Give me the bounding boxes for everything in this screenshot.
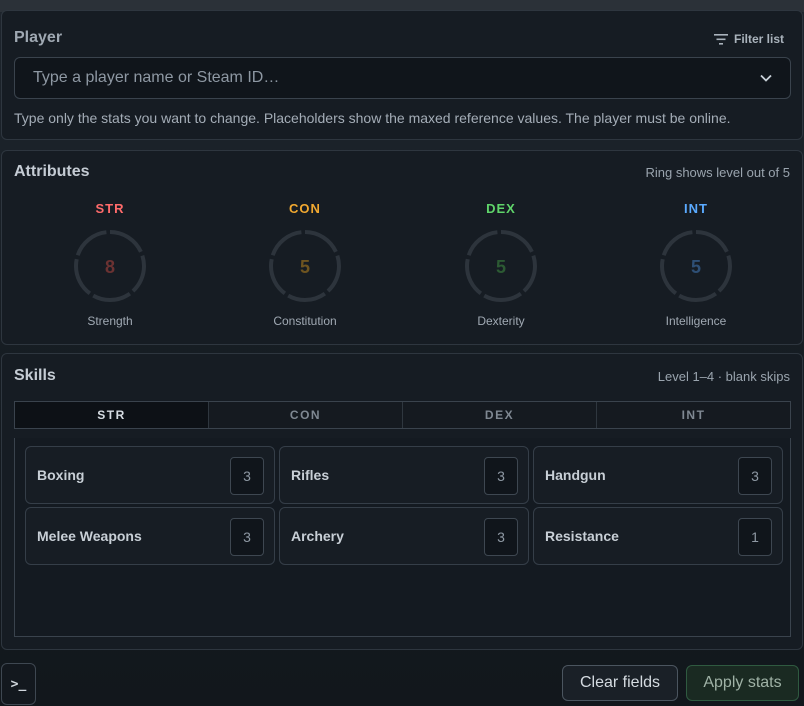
attribute-level-value: 8 [105,257,115,277]
tab-str[interactable]: STR [15,402,208,428]
attribute-dex: DEX 5 Dexterity [441,201,561,328]
tab-dex[interactable]: DEX [402,402,596,428]
skill-card: Resistance 1 [533,507,783,565]
attribute-con: CON 5 Constitution [245,201,365,328]
attribute-level-value: 5 [496,257,506,277]
attributes-meta: Ring shows level out of 5 [645,165,790,180]
attribute-level-value: 5 [300,257,310,277]
skill-name: Boxing [37,467,85,483]
skill-level-input[interactable]: 3 [738,457,772,495]
player-select[interactable]: Type a player name or Steam ID… [14,57,791,99]
attribute-level-ring: 5 [269,230,341,302]
skill-level-input[interactable]: 3 [230,457,264,495]
skill-level-input[interactable]: 3 [484,457,518,495]
skill-name: Melee Weapons [37,528,142,544]
console-button[interactable]: >_ [1,663,36,705]
player-panel: Player Filter list Type a player name or… [1,10,803,140]
skill-card: Handgun 3 [533,446,783,504]
attribute-abbr: DEX [486,201,516,216]
skill-card: Archery 3 [279,507,529,565]
skill-name: Handgun [545,467,606,483]
attribute-level-ring: 5 [465,230,537,302]
attributes-panel: Attributes Ring shows level out of 5 STR… [1,150,803,345]
attribute-level-value: 5 [691,257,701,277]
attribute-level-ring: 5 [660,230,732,302]
skills-tabs: STR CON DEX INT [14,401,791,429]
player-panel-title: Player [14,29,63,46]
skill-name: Resistance [545,528,619,544]
attribute-abbr: INT [684,201,708,216]
chevron-down-icon [760,74,772,82]
player-hint: Type only the stats you want to change. … [14,110,731,126]
attributes-title: Attributes [14,163,90,180]
attribute-name: Dexterity [477,314,525,328]
filter-icon [713,33,728,45]
filter-list-label: Filter list [733,32,784,46]
skill-level-input[interactable]: 3 [484,518,518,556]
attribute-str: STR 8 Strength [50,201,170,328]
skill-card: Melee Weapons 3 [25,507,275,565]
attribute-level-ring: 8 [74,230,146,302]
skills-list: Boxing 3 Rifles 3 Handgun 3 Melee Weapons 3 Arch… [14,438,791,637]
skill-card: Rifles 3 [279,446,529,504]
skills-panel: Skills Level 1–4 · blank skips STR CON DEX… [1,353,803,650]
attribute-name: Constitution [273,314,337,328]
skill-level-input[interactable]: 3 [230,518,264,556]
attribute-name: Intelligence [665,314,727,328]
attribute-int: INT 5 Intelligence [636,201,756,328]
apply-stats-button[interactable]: Apply stats [686,665,799,701]
skill-level-input[interactable]: 1 [738,518,772,556]
skill-name: Rifles [291,467,330,483]
tab-int[interactable]: INT [596,402,790,428]
attribute-abbr: STR [95,201,125,216]
skill-card: Boxing 3 [25,446,275,504]
skills-meta: Level 1–4 · blank skips [657,369,790,384]
filter-list-button[interactable]: Filter list [713,32,784,46]
attribute-name: Strength [87,314,133,328]
tab-con[interactable]: CON [208,402,402,428]
clear-fields-button[interactable]: Clear fields [562,665,678,701]
player-select-placeholder: Type a player name or Steam ID… [33,69,280,86]
skill-name: Archery [291,528,344,544]
skills-title: Skills [14,367,56,384]
attribute-abbr: CON [289,201,321,216]
